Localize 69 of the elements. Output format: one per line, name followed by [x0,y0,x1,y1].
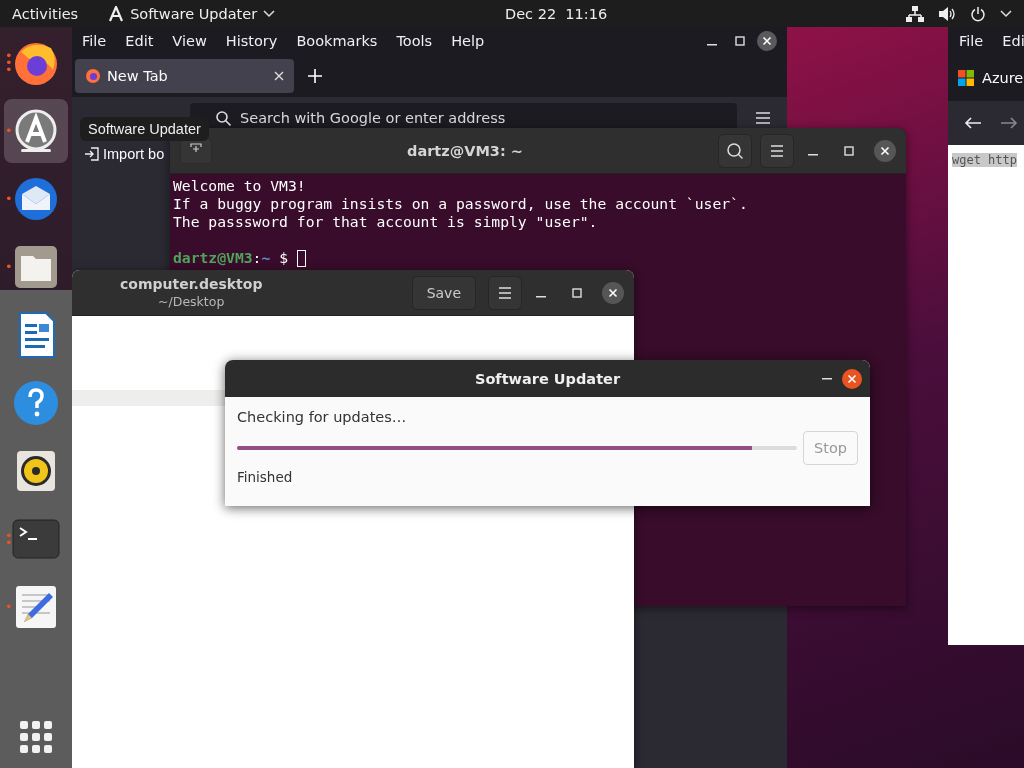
save-button[interactable]: Save [411,275,476,310]
app-grid-icon[interactable] [19,720,53,754]
running-indicator: •• [5,531,13,547]
menu-icon[interactable] [488,275,522,310]
close-icon[interactable] [874,139,896,162]
volume-icon[interactable] [938,5,956,22]
running-indicator: • [5,603,13,611]
dock-item[interactable]: • [4,235,68,299]
prompt-separator: : [252,249,262,267]
activities-button[interactable]: Activities [12,5,79,22]
caret-icon [263,9,276,18]
four-squares-icon [958,70,974,86]
status-text: Checking for updates… [237,409,407,425]
minimize-icon[interactable] [808,153,818,156]
maximize-icon[interactable] [735,36,745,46]
window-title: computer.desktop [120,275,263,293]
clock[interactable]: Dec 22 11:16 [505,5,608,22]
window-title: dartz@VM3: ~ [406,142,524,159]
terminal-line: The passsword for that account is simply "user". [173,213,598,231]
window-title: Software Updater [474,370,621,387]
back-arrow-icon[interactable] [964,116,982,130]
power-icon[interactable] [970,5,986,22]
prompt-path: ~ [261,249,271,267]
close-icon[interactable] [602,281,624,304]
detail-text: Finished [237,469,293,485]
terminal-line: If a buggy program insists on a password, use the account `user`. [173,195,748,213]
letter-a-icon [108,5,125,22]
forward-arrow-icon[interactable] [1000,116,1018,130]
maximize-icon[interactable] [572,287,582,298]
menu-item[interactable]: Edit [125,33,173,49]
close-icon[interactable] [757,31,777,51]
browser-tab[interactable]: Azure [982,70,1024,86]
import-icon [84,147,99,161]
menu-item[interactable]: Edi [1002,33,1024,49]
menu-icon[interactable] [760,133,794,168]
minimize-icon[interactable] [822,377,832,380]
running-indicator: • [5,263,13,271]
bookmark-item[interactable]: Import bo [103,146,165,162]
menu-item[interactable]: History [225,33,297,49]
menu-item[interactable]: File [82,33,126,49]
dock-item[interactable]: • [4,167,68,231]
terminal-line: Welcome to VM3! [173,177,306,195]
tooltip: Software Updater [80,117,209,141]
prompt-user: dartz@VM3 [173,249,253,267]
close-icon[interactable] [842,368,862,389]
menu-item[interactable]: View [172,33,226,49]
running-indicator: • [5,195,13,203]
prompt-symbol: $ [279,249,289,267]
help-icon [11,378,61,428]
running-indicator: • [5,127,13,135]
menu-item[interactable]: Bookmarks [296,33,397,49]
dock-item[interactable]: ••• [4,31,68,95]
menu-item[interactable]: Help [451,33,504,49]
menu-item[interactable]: File [959,33,1003,49]
caret-icon[interactable] [1000,9,1012,18]
close-icon[interactable] [274,71,284,81]
browser-tab[interactable]: New Tab [75,59,294,93]
selected-text: wget http [952,153,1018,167]
maximize-icon[interactable] [844,145,854,156]
minimize-icon[interactable] [536,295,546,298]
search-icon[interactable] [718,133,752,168]
network-icon[interactable] [906,5,924,22]
running-indicator: ••• [5,52,13,74]
search-icon [216,111,231,126]
menu-item[interactable]: Tools [396,33,452,49]
window-subtitle: ~/Desktop [158,292,225,310]
text-cursor [297,249,307,267]
fox-globe-icon [85,68,101,84]
app-menu[interactable]: Software Updater [108,5,276,22]
